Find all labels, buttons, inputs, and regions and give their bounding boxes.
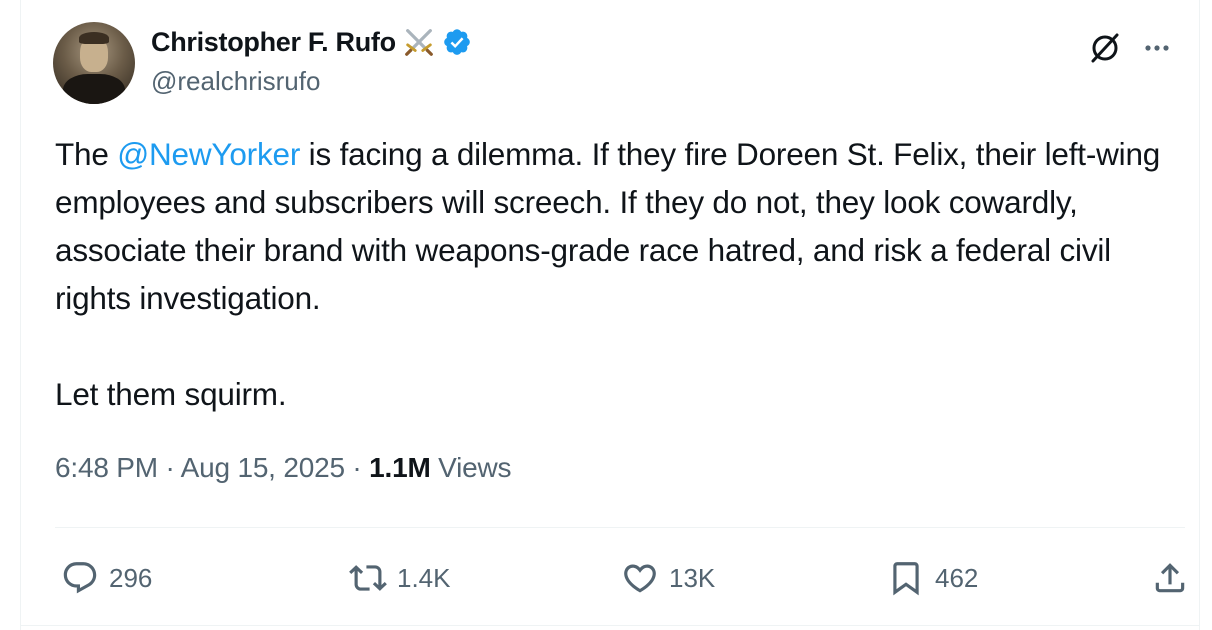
tweet-date[interactable]: Aug 15, 2025: [181, 452, 345, 483]
tweet-text: The @NewYorker is facing a dilemma. If t…: [55, 130, 1175, 418]
name-row: Christopher F. Rufo: [151, 26, 472, 58]
reply-count: 296: [109, 562, 153, 593]
like-icon: [624, 564, 656, 593]
views-label: Views: [430, 452, 512, 483]
grok-icon[interactable]: [1087, 30, 1123, 66]
text-pre: The: [55, 136, 118, 172]
meta-separator: ·: [344, 452, 370, 483]
share-button[interactable]: [1151, 553, 1199, 603]
author-handle[interactable]: @realchrisrufo: [151, 66, 472, 97]
tweet-header: Christopher F. Rufo @realchrisrufo: [53, 20, 1179, 104]
reply-button[interactable]: 296: [61, 553, 152, 603]
repost-icon: [349, 565, 387, 591]
verified-badge-icon[interactable]: [442, 27, 472, 57]
tweet-meta: 6:48 PM · Aug 15, 2025 · 1.1M Views: [55, 452, 512, 484]
share-icon: [1155, 563, 1185, 593]
views-count[interactable]: 1.1M: [369, 452, 431, 483]
crossed-swords-icon: [404, 29, 433, 56]
author-info: Christopher F. Rufo @realchrisrufo: [151, 26, 472, 97]
avatar-hair: [79, 32, 109, 44]
tweet-closing: Let them squirm.: [55, 376, 287, 412]
mention-link[interactable]: @NewYorker: [117, 136, 300, 172]
avatar[interactable]: [53, 22, 135, 104]
avatar-body: [63, 74, 125, 104]
more-icon[interactable]: [1139, 30, 1175, 66]
bookmark-button[interactable]: 462: [887, 553, 978, 603]
bookmark-count: 462: [935, 562, 979, 593]
meta-separator: ·: [157, 452, 181, 483]
like-count: 13K: [669, 562, 716, 593]
display-name[interactable]: Christopher F. Rufo: [151, 27, 396, 58]
action-bar: 296 1.4K 13K 462: [61, 553, 1185, 603]
divider: [55, 527, 1185, 528]
like-button[interactable]: 13K: [621, 553, 715, 603]
repost-button[interactable]: 1.4K: [349, 553, 451, 603]
tweet-card: Christopher F. Rufo @realchrisrufo The @…: [20, 0, 1200, 630]
bottom-divider: [21, 625, 1199, 626]
tweet-time[interactable]: 6:48 PM: [55, 452, 158, 483]
tweet-paragraph: The @NewYorker is facing a dilemma. If t…: [55, 130, 1175, 322]
bookmark-icon: [893, 562, 919, 596]
reply-icon: [63, 562, 97, 594]
repost-count: 1.4K: [397, 562, 451, 593]
